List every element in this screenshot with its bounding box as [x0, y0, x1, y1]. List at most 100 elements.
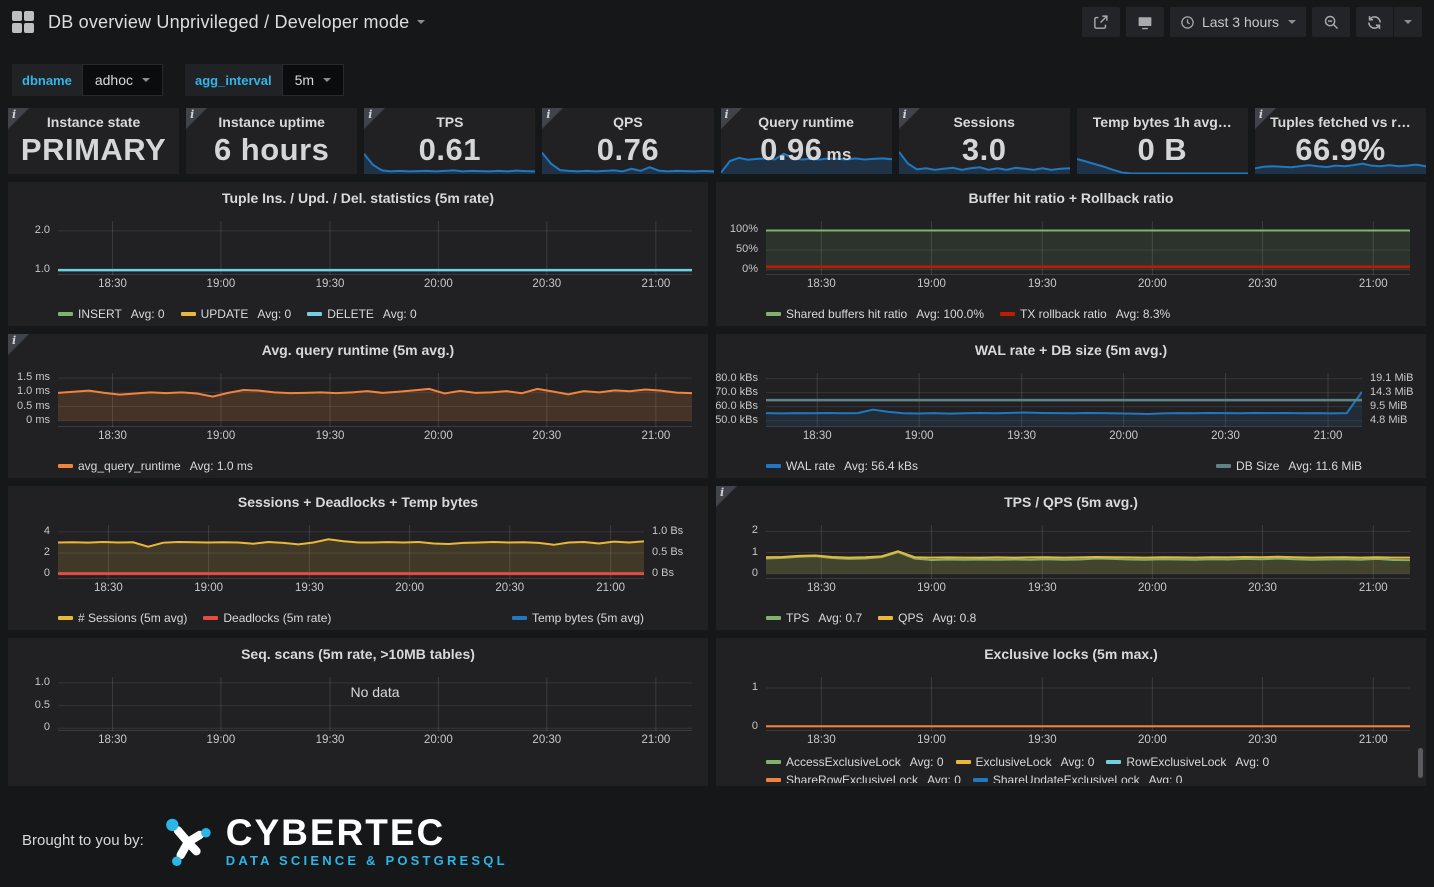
chart-panel-seq-scans-5m-rate-10mb-tables: Seq. scans (5m rate, >10MB tables)1.00.5…: [8, 638, 708, 786]
panel-title[interactable]: Buffer hit ratio + Rollback ratio: [716, 182, 1426, 206]
legend-item-update[interactable]: UPDATEAvg: 0: [181, 307, 292, 321]
refresh-button[interactable]: [1356, 7, 1393, 37]
legend-item-qps[interactable]: QPSAvg: 0.8: [878, 611, 976, 625]
cybertec-logo: CYBERTEC DATA SCIENCE & POSTGRESQL: [160, 812, 508, 868]
panel-info-corner-icon[interactable]: i: [542, 108, 563, 129]
zoom-out-button[interactable]: [1312, 7, 1350, 37]
variable-dbname-select[interactable]: adhoc: [82, 64, 163, 96]
panel-title[interactable]: Temp bytes 1h avg…: [1077, 108, 1248, 130]
legend-scrollbar[interactable]: [1418, 748, 1423, 778]
legend-swatch: [58, 464, 73, 468]
legend-avg: Avg: 100.0%: [916, 307, 984, 321]
panel-title[interactable]: Instance state: [8, 108, 179, 130]
time-range-picker[interactable]: Last 3 hours: [1170, 7, 1306, 37]
panel-title[interactable]: Avg. query runtime (5m avg.): [8, 334, 708, 358]
panel-title[interactable]: Sessions + Deadlocks + Temp bytes: [8, 486, 708, 510]
chart-plot-area[interactable]: [766, 677, 1410, 731]
variable-dbname[interactable]: dbname adhoc: [12, 64, 163, 96]
chart-panel-tps-qps-5m-avg: iTPS / QPS (5m avg.)21018:3019:0019:3020…: [716, 486, 1426, 630]
y-tick-label: 0: [44, 721, 50, 733]
legend-item-db-size[interactable]: DB SizeAvg: 11.6 MiB: [1216, 459, 1362, 473]
dashboard-grid-icon[interactable]: [12, 11, 34, 33]
panel-info-corner-icon[interactable]: i: [899, 108, 920, 129]
legend-label: TPS: [786, 611, 809, 625]
legend-item-shared-buffers-hit-ratio[interactable]: Shared buffers hit ratioAvg: 100.0%: [766, 307, 984, 321]
y-tick-label: 0.5: [35, 699, 50, 711]
x-tick-label: 21:00: [596, 582, 625, 594]
dashboard-title[interactable]: DB overview Unprivileged / Developer mod…: [48, 12, 409, 33]
chart-legend: TPSAvg: 0.7 QPSAvg: 0.8: [766, 611, 1410, 625]
chart-plot-area[interactable]: [58, 373, 692, 427]
panel-title[interactable]: WAL rate + DB size (5m avg.): [716, 334, 1426, 358]
panel-title[interactable]: Tuples fetched vs r…: [1255, 108, 1426, 130]
panel-info-corner-icon[interactable]: i: [8, 334, 29, 355]
panel-title[interactable]: Query runtime: [721, 108, 892, 130]
stat-panel-tps: iTPS0.61: [364, 108, 535, 174]
tv-mode-button[interactable]: [1126, 7, 1164, 37]
panel-info-corner-icon[interactable]: i: [8, 108, 29, 129]
panel-info-corner-icon[interactable]: i: [364, 108, 385, 129]
time-range-caret-icon: [1288, 20, 1296, 24]
x-tick-label: 19:30: [1028, 582, 1057, 594]
x-axis: 18:3019:0019:3020:0020:3021:00: [766, 582, 1410, 598]
x-tick-label: 19:30: [295, 582, 324, 594]
variable-agg-interval[interactable]: agg_interval 5m: [185, 64, 344, 96]
x-tick-label: 21:00: [641, 734, 670, 746]
share-button[interactable]: [1082, 7, 1120, 37]
panel-info-corner-icon[interactable]: i: [186, 108, 207, 129]
panel-info-corner-icon[interactable]: i: [1255, 108, 1276, 129]
y-tick-label: 2: [44, 546, 50, 558]
title-caret-icon[interactable]: [417, 20, 425, 24]
panel-title[interactable]: Tuple Ins. / Upd. / Del. statistics (5m …: [8, 182, 708, 206]
legend-item-delete[interactable]: DELETEAvg: 0: [307, 307, 417, 321]
panel-title[interactable]: Seq. scans (5m rate, >10MB tables): [8, 638, 708, 662]
legend-swatch: [58, 312, 73, 316]
legend-item-deadlocks-5m-rate[interactable]: Deadlocks (5m rate): [203, 611, 331, 625]
chart-plot-area[interactable]: [58, 221, 692, 275]
y-tick-label: 0.5 ms: [17, 400, 50, 412]
chart-plot-area[interactable]: [766, 525, 1410, 579]
time-range-label: Last 3 hours: [1202, 14, 1279, 30]
legend-item-insert[interactable]: INSERTAvg: 0: [58, 307, 165, 321]
x-tick-label: 19:00: [207, 734, 236, 746]
legend-item-wal-rate[interactable]: WAL rateAvg: 56.4 kBs: [766, 459, 918, 473]
chevron-down-icon: [142, 78, 150, 82]
legend-item-shareupdateexclusivelock[interactable]: ShareUpdateExclusiveLockAvg: 0: [973, 773, 1183, 783]
y-tick-label: 1.0: [35, 263, 50, 275]
refresh-interval-button[interactable]: [1393, 7, 1422, 37]
legend-item-tx-rollback-ratio[interactable]: TX rollback ratioAvg: 8.3%: [1000, 307, 1170, 321]
variable-agg-interval-value: 5m: [295, 72, 314, 88]
y-tick-label: 70.0 kBs: [716, 386, 758, 398]
chart-plot-area[interactable]: [766, 221, 1410, 275]
panel-title[interactable]: TPS: [364, 108, 535, 130]
legend-item-accessexclusivelock[interactable]: AccessExclusiveLockAvg: 0: [766, 755, 944, 769]
variable-dbname-value: adhoc: [95, 72, 133, 88]
panel-title[interactable]: TPS / QPS (5m avg.): [716, 486, 1426, 510]
panel-title[interactable]: Instance uptime: [186, 108, 357, 130]
stat-panel-instance-state: iInstance statePRIMARY: [8, 108, 179, 174]
legend-item-sharerowexclusivelock[interactable]: ShareRowExclusiveLockAvg: 0: [766, 773, 961, 783]
panel-title[interactable]: Exclusive locks (5m max.): [716, 638, 1426, 662]
legend-item-sessions-5m-avg[interactable]: # Sessions (5m avg): [58, 611, 187, 625]
legend-swatch: [1216, 464, 1231, 468]
legend-label: AccessExclusiveLock: [786, 755, 901, 769]
x-tick-label: 18:30: [803, 430, 832, 442]
legend-item-temp-bytes-5m-avg[interactable]: Temp bytes (5m avg): [512, 611, 644, 625]
chart-plot-area[interactable]: [766, 373, 1362, 427]
chart-legend: avg_query_runtimeAvg: 1.0 ms: [58, 459, 692, 473]
panel-title[interactable]: QPS: [542, 108, 713, 130]
panel-info-corner-icon[interactable]: i: [716, 486, 737, 507]
panel-info-corner-icon[interactable]: i: [721, 108, 742, 129]
chart-plot-area[interactable]: [58, 525, 644, 579]
legend-item-exclusivelock[interactable]: ExclusiveLockAvg: 0: [956, 755, 1095, 769]
legend-label: UPDATE: [201, 307, 249, 321]
x-tick-label: 20:00: [424, 278, 453, 290]
variable-agg-interval-select[interactable]: 5m: [282, 64, 344, 96]
y-tick-label: 0: [752, 567, 758, 579]
legend-item-rowexclusivelock[interactable]: RowExclusiveLockAvg: 0: [1106, 755, 1269, 769]
legend-item-tps[interactable]: TPSAvg: 0.7: [766, 611, 862, 625]
legend-item-avg-query-runtime[interactable]: avg_query_runtimeAvg: 1.0 ms: [58, 459, 253, 473]
panel-title[interactable]: Sessions: [899, 108, 1070, 130]
legend-swatch: [766, 778, 781, 782]
stat-value-number: 6 hours: [214, 132, 329, 167]
